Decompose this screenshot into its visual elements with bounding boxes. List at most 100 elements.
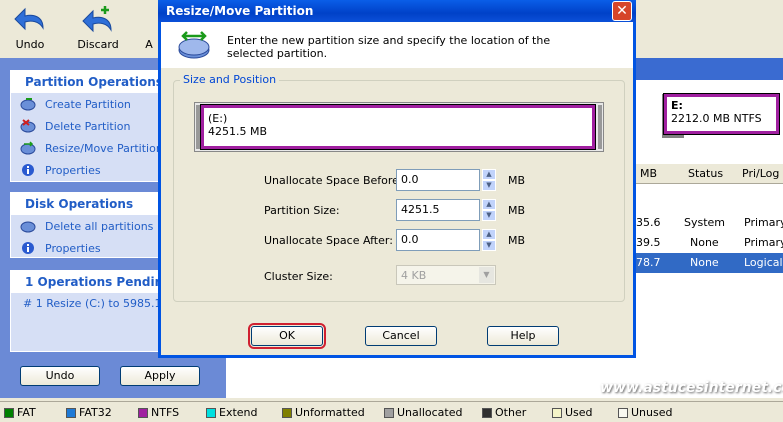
partition-e-detail: 2212.0 MB NTFS bbox=[671, 112, 762, 125]
row-status: None bbox=[690, 256, 719, 269]
partition-resize-bar: (E:) 4251.5 MB bbox=[194, 102, 604, 152]
legend-swatch bbox=[482, 407, 492, 418]
cluster-size-label: Cluster Size: bbox=[264, 270, 333, 283]
space-before-input[interactable]: 0.0 bbox=[396, 169, 480, 191]
table-row[interactable]: 35.6 System Primary bbox=[636, 213, 783, 233]
legend-fat32: FAT32 bbox=[66, 406, 112, 419]
row-status: System bbox=[684, 216, 726, 229]
spin-down-icon[interactable]: ▼ bbox=[482, 180, 496, 191]
row-mb: 35.6 bbox=[636, 216, 661, 229]
spin-up-icon[interactable]: ▲ bbox=[482, 169, 496, 180]
legend-unused: Unused bbox=[618, 406, 672, 419]
create-partition-label: Create Partition bbox=[45, 97, 131, 111]
legend-swatch bbox=[206, 407, 216, 418]
row-status: None bbox=[690, 236, 719, 249]
undo-toolbar-button[interactable]: Undo bbox=[2, 4, 58, 51]
help-button[interactable]: Help bbox=[487, 326, 559, 346]
cluster-size-value: 4 KB bbox=[401, 269, 427, 282]
space-before-spinner[interactable]: ▲ ▼ bbox=[482, 169, 496, 191]
dialog-title: Resize/Move Partition bbox=[166, 4, 314, 18]
legend-swatch bbox=[138, 407, 148, 418]
col-status[interactable]: Status bbox=[688, 167, 723, 180]
close-button[interactable]: ✕ bbox=[612, 1, 632, 21]
col-mb[interactable]: MB bbox=[640, 167, 657, 180]
delete-all-icon bbox=[19, 218, 37, 234]
resize-move-partition-label: Resize/Move Partition bbox=[45, 141, 163, 155]
row-mb: 39.5 bbox=[636, 236, 661, 249]
space-after-spinner[interactable]: ▲ ▼ bbox=[482, 229, 496, 251]
partition-e-block[interactable]: E: 2212.0 MB NTFS bbox=[663, 93, 780, 135]
undo-arrow-icon bbox=[14, 7, 44, 31]
disk-properties-label: Properties bbox=[45, 241, 101, 255]
dialog-header: Enter the new partition size and specify… bbox=[161, 22, 633, 68]
legend-swatch bbox=[384, 407, 394, 418]
table-row[interactable]: 39.5 None Primary bbox=[636, 233, 783, 253]
partition-name: (E:) bbox=[208, 112, 228, 125]
row-prilog: Logical bbox=[744, 256, 783, 269]
resize-move-dialog: Resize/Move Partition ✕ Enter the new pa… bbox=[158, 0, 636, 358]
spin-down-icon[interactable]: ▼ bbox=[482, 240, 496, 251]
undo-button[interactable]: Undo bbox=[20, 366, 100, 386]
space-after-input[interactable]: 0.0 bbox=[396, 229, 480, 251]
legend-ntfs: NTFS bbox=[138, 406, 179, 419]
dialog-message: Enter the new partition size and specify… bbox=[227, 34, 551, 60]
size-position-group: Size and Position (E:) 4251.5 MB Unalloc… bbox=[173, 73, 626, 302]
discard-toolbar-button[interactable]: Discard bbox=[70, 4, 126, 51]
discard-icon bbox=[82, 6, 112, 33]
spin-up-icon[interactable]: ▲ bbox=[482, 229, 496, 240]
legend-swatch bbox=[552, 407, 562, 418]
delete-partition-icon bbox=[19, 118, 37, 134]
delete-partition-label: Delete Partition bbox=[45, 119, 131, 133]
legend-swatch bbox=[618, 407, 628, 418]
unit-label: MB bbox=[508, 204, 526, 217]
partition-properties-label: Properties bbox=[45, 163, 101, 177]
spin-up-icon[interactable]: ▲ bbox=[482, 199, 496, 210]
legend-unallocated: Unallocated bbox=[384, 406, 462, 419]
legend-fat: FAT bbox=[4, 406, 36, 419]
resize-partition-icon bbox=[178, 31, 210, 59]
space-before-row: Unallocate Space Before: 0.0 ▲ ▼ MB bbox=[174, 169, 626, 193]
cluster-size-row: Cluster Size: 4 KB ▼ bbox=[174, 265, 626, 289]
partition-size-input[interactable]: 4251.5 bbox=[396, 199, 480, 221]
cluster-size-select: 4 KB ▼ bbox=[396, 265, 496, 285]
space-after-label: Unallocate Space After: bbox=[264, 234, 393, 247]
chevron-down-icon: ▼ bbox=[479, 267, 494, 283]
legend-swatch bbox=[282, 407, 292, 418]
table-row-selected[interactable]: 78.7 None Logical bbox=[636, 253, 783, 273]
right-resize-handle[interactable] bbox=[598, 105, 602, 149]
legend-swatch bbox=[66, 407, 76, 418]
info-icon bbox=[19, 162, 37, 178]
partition-e-label: E: bbox=[671, 99, 683, 112]
unit-label: MB bbox=[508, 234, 526, 247]
apply-button[interactable]: Apply bbox=[120, 366, 200, 386]
partition-list-header: MB Status Pri/Log bbox=[636, 164, 783, 184]
space-before-label: Unallocate Space Before: bbox=[264, 174, 403, 187]
col-prilog[interactable]: Pri/Log bbox=[742, 167, 779, 180]
size-position-label: Size and Position bbox=[180, 73, 280, 86]
resize-partition-icon bbox=[19, 140, 37, 156]
legend-swatch bbox=[4, 407, 14, 418]
legend-used: Used bbox=[552, 406, 593, 419]
unit-label: MB bbox=[508, 174, 526, 187]
left-resize-handle[interactable] bbox=[196, 105, 200, 149]
row-prilog: Primary bbox=[744, 236, 783, 249]
dialog-title-bar[interactable]: Resize/Move Partition ✕ bbox=[158, 0, 636, 22]
partition-size-spinner[interactable]: ▲ ▼ bbox=[482, 199, 496, 221]
legend-other: Other bbox=[482, 406, 526, 419]
watermark: www.astucesinternet.com bbox=[600, 380, 783, 396]
spin-down-icon[interactable]: ▼ bbox=[482, 210, 496, 221]
partition-size-label: Partition Size: bbox=[264, 204, 340, 217]
partition-size-text: 4251.5 MB bbox=[208, 125, 268, 138]
cancel-button[interactable]: Cancel bbox=[365, 326, 437, 346]
space-after-row: Unallocate Space After: 0.0 ▲ ▼ MB bbox=[174, 229, 626, 253]
partition-block[interactable]: (E:) 4251.5 MB bbox=[200, 104, 596, 150]
partition-size-row: Partition Size: 4251.5 ▲ ▼ MB bbox=[174, 199, 626, 223]
row-prilog: Primary bbox=[744, 216, 783, 229]
delete-all-partitions-label: Delete all partitions bbox=[45, 219, 154, 233]
row-mb: 78.7 bbox=[636, 256, 661, 269]
discard-toolbar-label: Discard bbox=[77, 38, 119, 51]
undo-toolbar-label: Undo bbox=[15, 38, 45, 51]
ok-button[interactable]: OK bbox=[248, 323, 326, 349]
apply-toolbar-button[interactable]: A bbox=[140, 4, 158, 51]
legend: FAT FAT32 NTFS Extend Unformatted Unallo… bbox=[0, 401, 783, 422]
